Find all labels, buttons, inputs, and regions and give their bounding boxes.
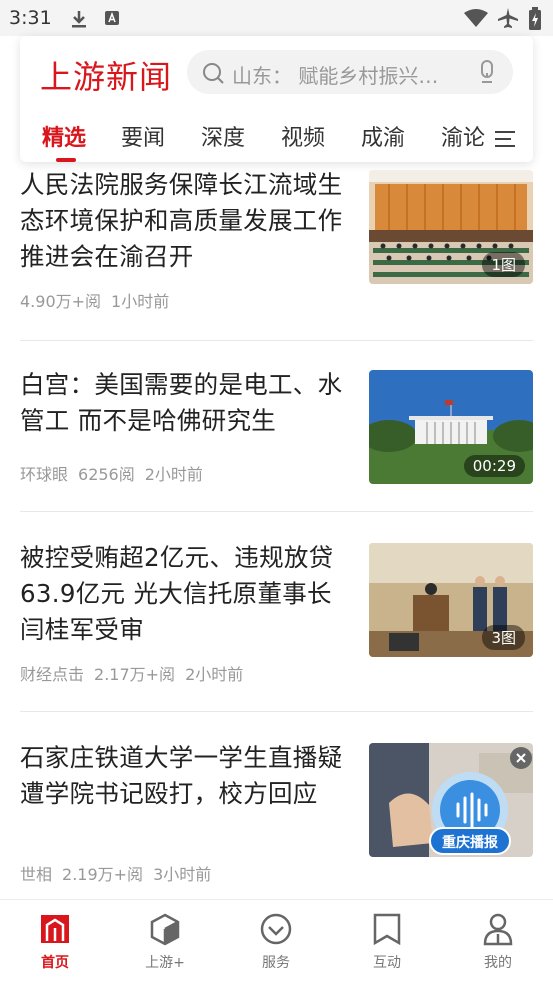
news-source: 环球眼	[20, 465, 69, 484]
news-thumbnail[interactable]: 1图	[369, 170, 533, 284]
chongqing-broadcast-widget[interactable]: 重庆播报	[425, 770, 515, 858]
news-thumbnail[interactable]: 3图	[369, 543, 533, 657]
nav-profile[interactable]: 我的	[443, 900, 553, 983]
nav-label: 首页	[41, 955, 69, 971]
divider	[20, 340, 533, 341]
search-box[interactable]: 山东： 赋能乡村振兴…	[187, 50, 513, 94]
news-time: 1小时前	[111, 292, 170, 311]
image-count-badge: 3图	[482, 625, 525, 650]
tab-yulun[interactable]: 渝论	[441, 120, 485, 152]
tab-yaowen[interactable]: 要闻	[121, 120, 165, 152]
news-reads: 2.19万+阅	[62, 865, 144, 884]
news-title[interactable]: 人民法院服务保障长江流域生态环境保护和高质量发展工作推进会在渝召开	[20, 167, 345, 275]
nav-shangyou-plus[interactable]: 上游+	[110, 900, 220, 983]
status-time: 3:31	[9, 7, 52, 29]
tab-shipin[interactable]: 视频	[281, 120, 325, 152]
news-reads: 4.90万+阅	[20, 292, 102, 311]
news-item[interactable]: 白宫：美国需要的是电工、水管工 而不是哈佛研究生 环球眼 6256阅 2小时前 00…	[20, 367, 533, 487]
nav-label: 服务	[262, 955, 290, 971]
news-reads: 2.17万+阅	[94, 665, 176, 684]
news-meta: 财经点击 2.17万+阅 2小时前	[20, 661, 253, 685]
news-meta: 环球眼 6256阅 2小时前	[20, 461, 213, 485]
close-icon	[516, 753, 526, 763]
news-title[interactable]: 被控受贿超2亿元、违规放贷63.9亿元 光大信托原董事长闫桂军受审	[20, 540, 345, 648]
status-bar: 3:31	[0, 0, 553, 36]
video-duration-badge: 00:29	[463, 455, 525, 477]
search-placeholder: 山东： 赋能乡村振兴…	[232, 64, 439, 88]
home-icon	[41, 915, 69, 943]
news-title[interactable]: 石家庄铁道大学一学生直播疑遭学院书记殴打，校方回应	[20, 740, 345, 812]
active-tab-indicator	[56, 158, 76, 162]
divider	[20, 511, 533, 512]
divider	[20, 711, 533, 712]
nav-label: 我的	[484, 955, 512, 971]
image-count-badge: 1图	[482, 252, 525, 277]
news-time: 2小时前	[144, 465, 203, 484]
app-logo[interactable]: 上游新闻	[40, 52, 172, 98]
news-meta: 世相 2.19万+阅 3小时前	[20, 861, 221, 885]
nav-home[interactable]: 首页	[0, 900, 110, 983]
news-title[interactable]: 白宫：美国需要的是电工、水管工 而不是哈佛研究生	[20, 367, 345, 439]
tab-chengyu[interactable]: 成渝	[361, 120, 405, 152]
battery-icon	[529, 7, 541, 30]
microphone-icon[interactable]	[479, 60, 495, 84]
channel-tabs: 精选 要闻 深度 视频 成渝 渝论	[20, 116, 533, 162]
profile-icon	[483, 913, 513, 946]
nav-interaction[interactable]: 互动	[332, 900, 442, 983]
search-icon	[203, 63, 224, 84]
tab-jingxuan[interactable]: 精选	[42, 120, 86, 152]
bottom-nav: 首页 上游+ 服务 互动 我的	[0, 899, 553, 983]
news-thumbnail[interactable]: 00:29	[369, 370, 533, 484]
close-widget-button[interactable]	[510, 747, 532, 769]
channel-menu-icon[interactable]	[485, 128, 515, 150]
news-item[interactable]: 被控受贿超2亿元、违规放贷63.9亿元 光大信托原董事长闫桂军受审 财经点击 2.…	[20, 540, 533, 684]
keyboard-a-icon	[105, 11, 119, 25]
nav-label: 互动	[373, 955, 401, 971]
news-item[interactable]: 人民法院服务保障长江流域生态环境保护和高质量发展工作推进会在渝召开 4.90万+…	[20, 167, 533, 311]
tab-shendu[interactable]: 深度	[201, 120, 245, 152]
service-icon	[260, 913, 292, 945]
header-card: 上游新闻 山东： 赋能乡村振兴… 精选 要闻 深度 视频 成渝 渝论	[20, 36, 533, 162]
news-meta: 4.90万+阅 1小时前	[20, 288, 179, 312]
nav-label: 上游+	[145, 955, 185, 971]
broadcast-label: 重庆播报	[442, 835, 498, 851]
news-reads: 6256阅	[78, 465, 135, 484]
news-source: 财经点击	[20, 665, 85, 684]
cube-icon	[150, 913, 180, 946]
airplane-icon	[498, 8, 518, 28]
news-source: 世相	[20, 865, 53, 884]
bookmark-icon	[373, 913, 401, 946]
news-time: 3小时前	[153, 865, 212, 884]
news-time: 2小时前	[185, 665, 244, 684]
wifi-icon	[464, 9, 488, 27]
download-icon	[72, 11, 86, 28]
nav-service[interactable]: 服务	[221, 900, 331, 983]
